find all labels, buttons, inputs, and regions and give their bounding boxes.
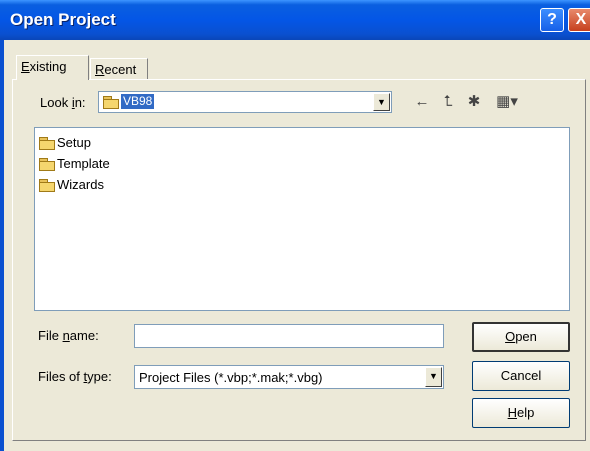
file-type-value: Project Files (*.vbp;*.mak;*.vbg) <box>139 370 323 385</box>
list-item[interactable]: Template <box>39 156 110 172</box>
view-menu-icon[interactable]: ▦▾ <box>492 92 522 112</box>
tab-recent-label: ecent <box>104 62 137 77</box>
tab-existing[interactable]: Existing <box>16 55 89 80</box>
folder-icon <box>39 179 55 192</box>
folder-icon <box>39 158 55 171</box>
file-type-dropdown[interactable]: Project Files (*.vbp;*.mak;*.vbg) ▼ <box>134 365 444 389</box>
list-item[interactable]: Wizards <box>39 177 104 193</box>
back-icon[interactable]: ← <box>412 92 432 112</box>
cancel-button[interactable]: Cancel <box>472 361 570 391</box>
help-title-button[interactable]: ? <box>540 8 564 32</box>
file-type-label: Files of type: <box>38 369 112 384</box>
window-border <box>0 40 4 451</box>
help-button[interactable]: Help <box>472 398 570 428</box>
tab-existing-accel: E <box>21 59 30 74</box>
close-button[interactable]: X <box>568 8 590 32</box>
list-item[interactable]: Setup <box>39 135 91 151</box>
look-in-dropdown[interactable]: VB98 ▼ <box>98 91 392 113</box>
file-name-label: File name: <box>38 328 99 343</box>
folder-icon <box>39 137 55 150</box>
look-in-value: VB98 <box>121 94 155 109</box>
file-name-input[interactable] <box>134 324 444 348</box>
title-bar[interactable]: Open Project ? X <box>0 0 590 40</box>
tab-existing-label: xisting <box>29 59 67 74</box>
up-folder-icon[interactable]: ⮤ <box>438 92 458 112</box>
tab-recent-accel: R <box>95 62 105 77</box>
folder-icon <box>103 96 119 109</box>
file-name: Template <box>57 156 110 171</box>
open-project-dialog: Open Project ? X Existing Recent Look in… <box>0 0 590 451</box>
new-folder-icon[interactable]: ✱ <box>464 92 484 112</box>
file-list[interactable]: Setup Template Wizards <box>34 127 570 311</box>
tab-recent[interactable]: Recent <box>90 58 148 80</box>
chevron-down-icon[interactable]: ▼ <box>373 93 390 111</box>
open-button[interactable]: Open <box>472 322 570 352</box>
file-name: Setup <box>57 135 91 150</box>
window-title: Open Project <box>10 10 116 29</box>
look-in-label: Look in: <box>40 95 86 110</box>
chevron-down-icon[interactable]: ▼ <box>425 367 442 387</box>
file-name: Wizards <box>57 177 104 192</box>
